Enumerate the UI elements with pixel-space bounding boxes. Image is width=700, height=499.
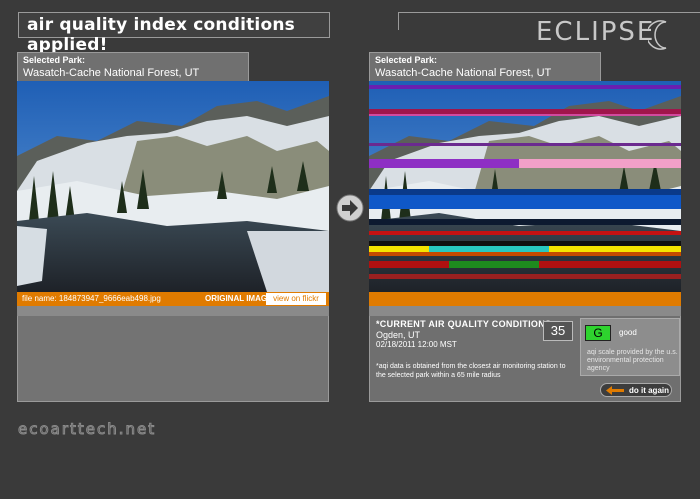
eclipse-logo[interactable]: ECLIPSE <box>536 17 655 47</box>
right-info-strip <box>369 306 681 316</box>
original-image-label: ORIGINAL IMAGE <box>205 294 273 303</box>
original-photo <box>17 81 329 292</box>
aqi-scale-note: aqi scale provided by the u.s. environme… <box>587 349 678 372</box>
aqi-value: 35 <box>543 321 573 341</box>
aqi-source-note: *aqi data is obtained from the closest a… <box>376 363 566 379</box>
headline-text: air quality index conditions applied! <box>27 15 295 55</box>
aqi-grade-badge: G <box>585 325 611 341</box>
processed-panel: Selected Park: Wasatch-Cache National Fo… <box>369 52 681 402</box>
arrow-left-icon <box>606 386 624 395</box>
arrow-right-icon <box>336 194 364 222</box>
ecoarttech-link[interactable]: ecoarttech.net <box>17 420 156 439</box>
aqi-scale-box: G good aqi scale provided by the u.s. en… <box>580 318 680 376</box>
aqi-title: *CURRENT AIR QUALITY CONDITIONS <box>376 319 552 329</box>
view-on-flickr-button[interactable]: view on flickr <box>266 293 326 305</box>
do-it-again-label: do it again <box>629 386 669 395</box>
selected-park-box: Selected Park: Wasatch-Cache National Fo… <box>369 52 601 82</box>
headline-banner: air quality index conditions applied! <box>18 12 330 55</box>
original-panel: Selected Park: Wasatch-Cache National Fo… <box>17 52 329 402</box>
left-info-strip <box>17 306 329 316</box>
aqi-info-panel: *CURRENT AIR QUALITY CONDITIONS Ogden, U… <box>369 316 681 402</box>
selected-park-name: Wasatch-Cache National Forest, UT <box>375 67 552 79</box>
aqi-processed-photo <box>369 81 681 292</box>
aqi-city: Ogden, UT <box>376 330 421 340</box>
image-info-bar: file name: 184873947_9666eab498.jpg ORIG… <box>17 292 329 306</box>
selected-park-name: Wasatch-Cache National Forest, UT <box>23 67 200 79</box>
file-name: file name: 184873947_9666eab498.jpg <box>22 294 161 303</box>
do-it-again-button[interactable]: do it again <box>600 383 672 397</box>
selected-park-label: Selected Park: <box>375 55 438 65</box>
aqi-color-bar <box>369 292 681 306</box>
header-divider-vertical <box>398 12 399 30</box>
selected-park-box: Selected Park: Wasatch-Cache National Fo… <box>17 52 249 82</box>
crescent-moon-icon <box>648 20 667 50</box>
left-info-area <box>17 306 329 402</box>
aqi-grade-word: good <box>619 328 637 337</box>
header-divider <box>398 12 700 13</box>
aqi-datetime: 02/18/2011 12:00 MST <box>376 340 457 349</box>
selected-park-label: Selected Park: <box>23 55 86 65</box>
